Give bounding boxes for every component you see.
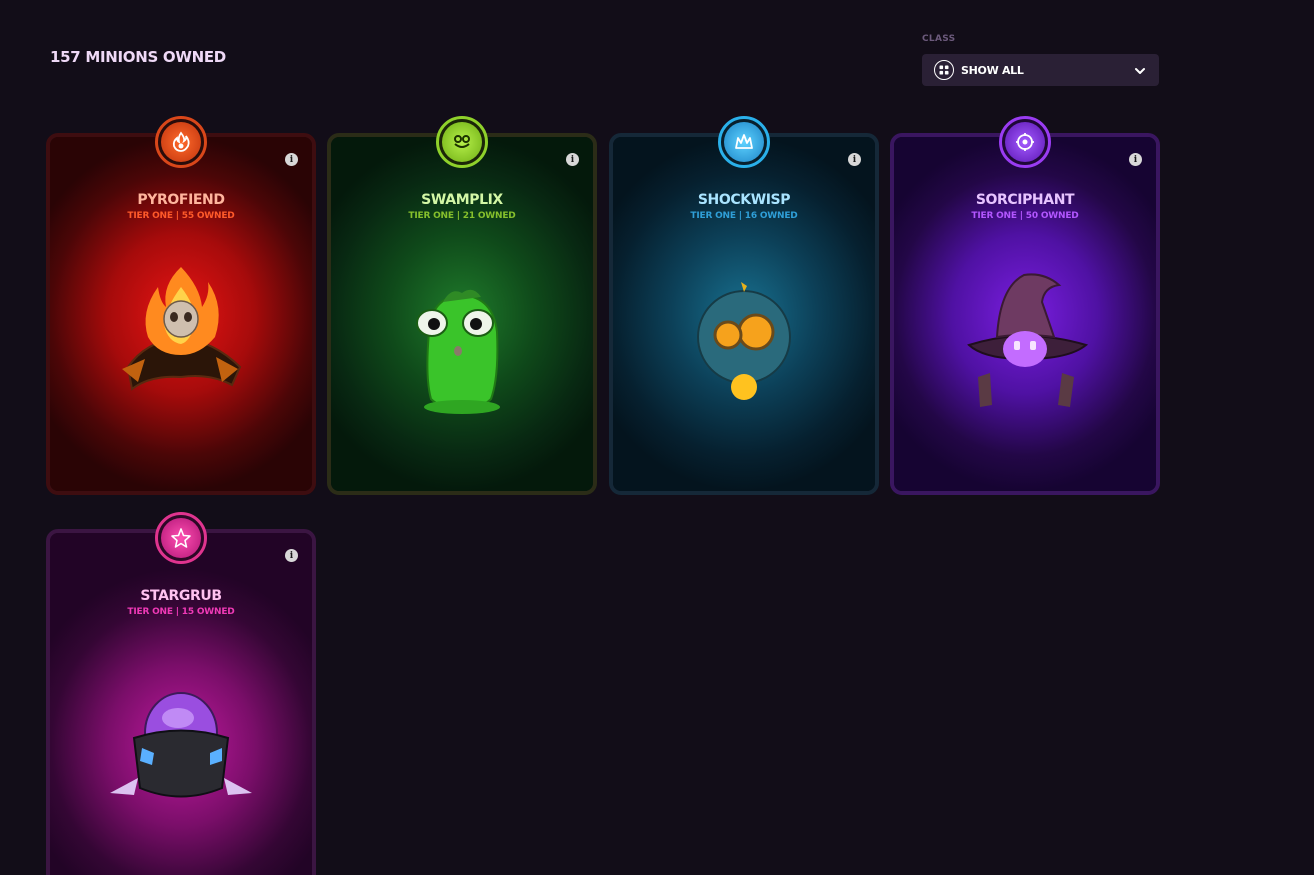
shock-class-badge: [718, 116, 770, 168]
class-filter-label: CLASS: [922, 34, 956, 44]
minion-card-sorciphant[interactable]: SORCIPHANT TIER ONE | 50 OWNED i: [890, 116, 1160, 495]
card-background: SHOCKWISP TIER ONE | 16 OWNED: [613, 137, 875, 491]
minion-card-shockwisp[interactable]: SHOCKWISP TIER ONE | 16 OWNED i: [609, 116, 879, 495]
info-icon[interactable]: i: [848, 153, 861, 166]
class-filter-value: SHOW ALL: [961, 63, 1024, 77]
sorciphant-artwork: [967, 273, 1089, 407]
card-background: PYROFIEND TIER ONE | 55 OWNED: [50, 137, 312, 491]
shockwisp-artwork: [697, 282, 791, 400]
card-background: STARGRUB TIER ONE | 15 OWNED: [50, 533, 312, 875]
info-icon[interactable]: i: [285, 549, 298, 562]
minion-collection-page: 157 MINIONS OWNED CLASS SHOW ALL PYROFIE…: [0, 0, 1314, 875]
sorcery-class-badge: [999, 116, 1051, 168]
swamp-class-badge: [436, 116, 488, 168]
pyrofiend-artwork: [122, 267, 242, 391]
star-class-badge: [155, 512, 207, 564]
swamplix-artwork: [416, 289, 500, 414]
info-icon[interactable]: i: [285, 153, 298, 166]
swamp-class-icon: [442, 122, 482, 162]
fire-class-badge: [155, 116, 207, 168]
card-background: SWAMPLIX TIER ONE | 21 OWNED: [331, 137, 593, 491]
card-background: SORCIPHANT TIER ONE | 50 OWNED: [894, 137, 1156, 491]
star-class-icon: [161, 518, 201, 558]
stargrub-artwork: [110, 692, 252, 798]
minion-card-stargrub[interactable]: STARGRUB TIER ONE | 15 OWNED i: [46, 512, 316, 875]
minion-card-pyrofiend[interactable]: PYROFIEND TIER ONE | 55 OWNED i: [46, 116, 316, 495]
minion-card-swamplix[interactable]: SWAMPLIX TIER ONE | 21 OWNED i: [327, 116, 597, 495]
minions-owned-count: 157 MINIONS OWNED: [50, 48, 226, 66]
info-icon[interactable]: i: [566, 153, 579, 166]
fire-class-icon: [161, 122, 201, 162]
grid-icon: [934, 60, 954, 80]
chevron-down-icon: [1133, 63, 1147, 82]
shock-class-icon: [724, 122, 764, 162]
info-icon[interactable]: i: [1129, 153, 1142, 166]
sorcery-class-icon: [1005, 122, 1045, 162]
class-filter-dropdown[interactable]: SHOW ALL: [922, 54, 1159, 86]
